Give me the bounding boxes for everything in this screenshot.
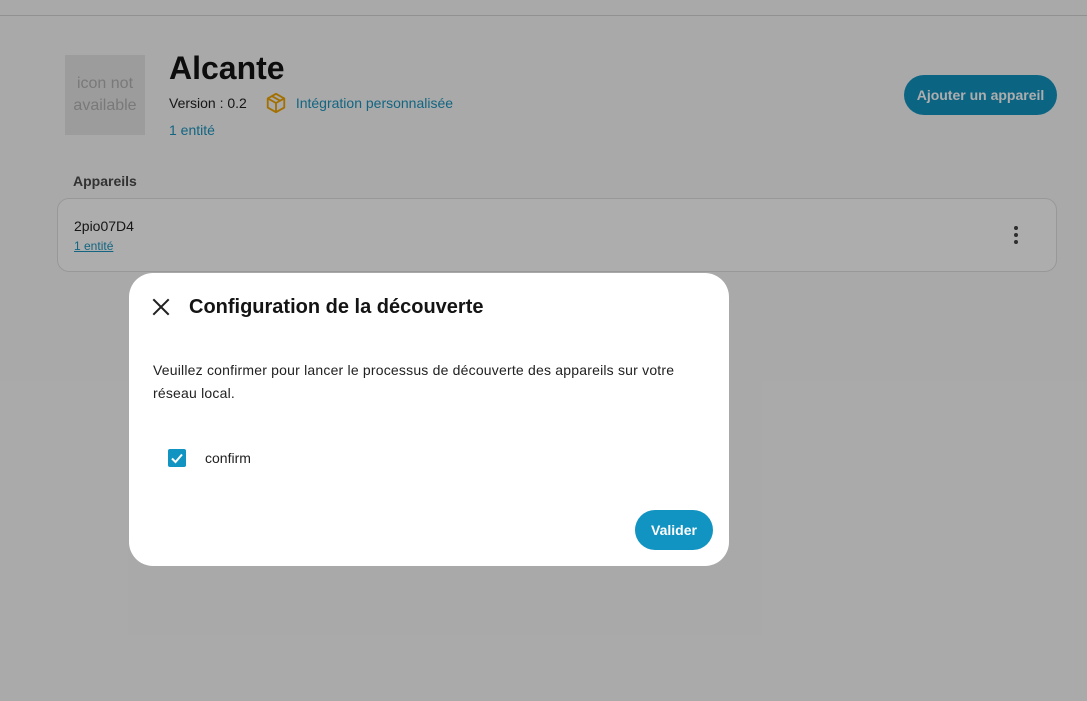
confirm-checkbox-label[interactable]: confirm xyxy=(205,449,251,467)
confirm-checkbox[interactable] xyxy=(168,449,186,467)
dialog-title: Configuration de la découverte xyxy=(189,296,484,318)
discovery-config-dialog: Configuration de la découverte Veuillez … xyxy=(129,273,729,566)
dialog-description: Veuillez confirmer pour lancer le proces… xyxy=(153,362,675,401)
submit-button[interactable]: Valider xyxy=(635,510,713,550)
close-icon[interactable] xyxy=(149,295,173,319)
check-icon xyxy=(171,453,183,464)
